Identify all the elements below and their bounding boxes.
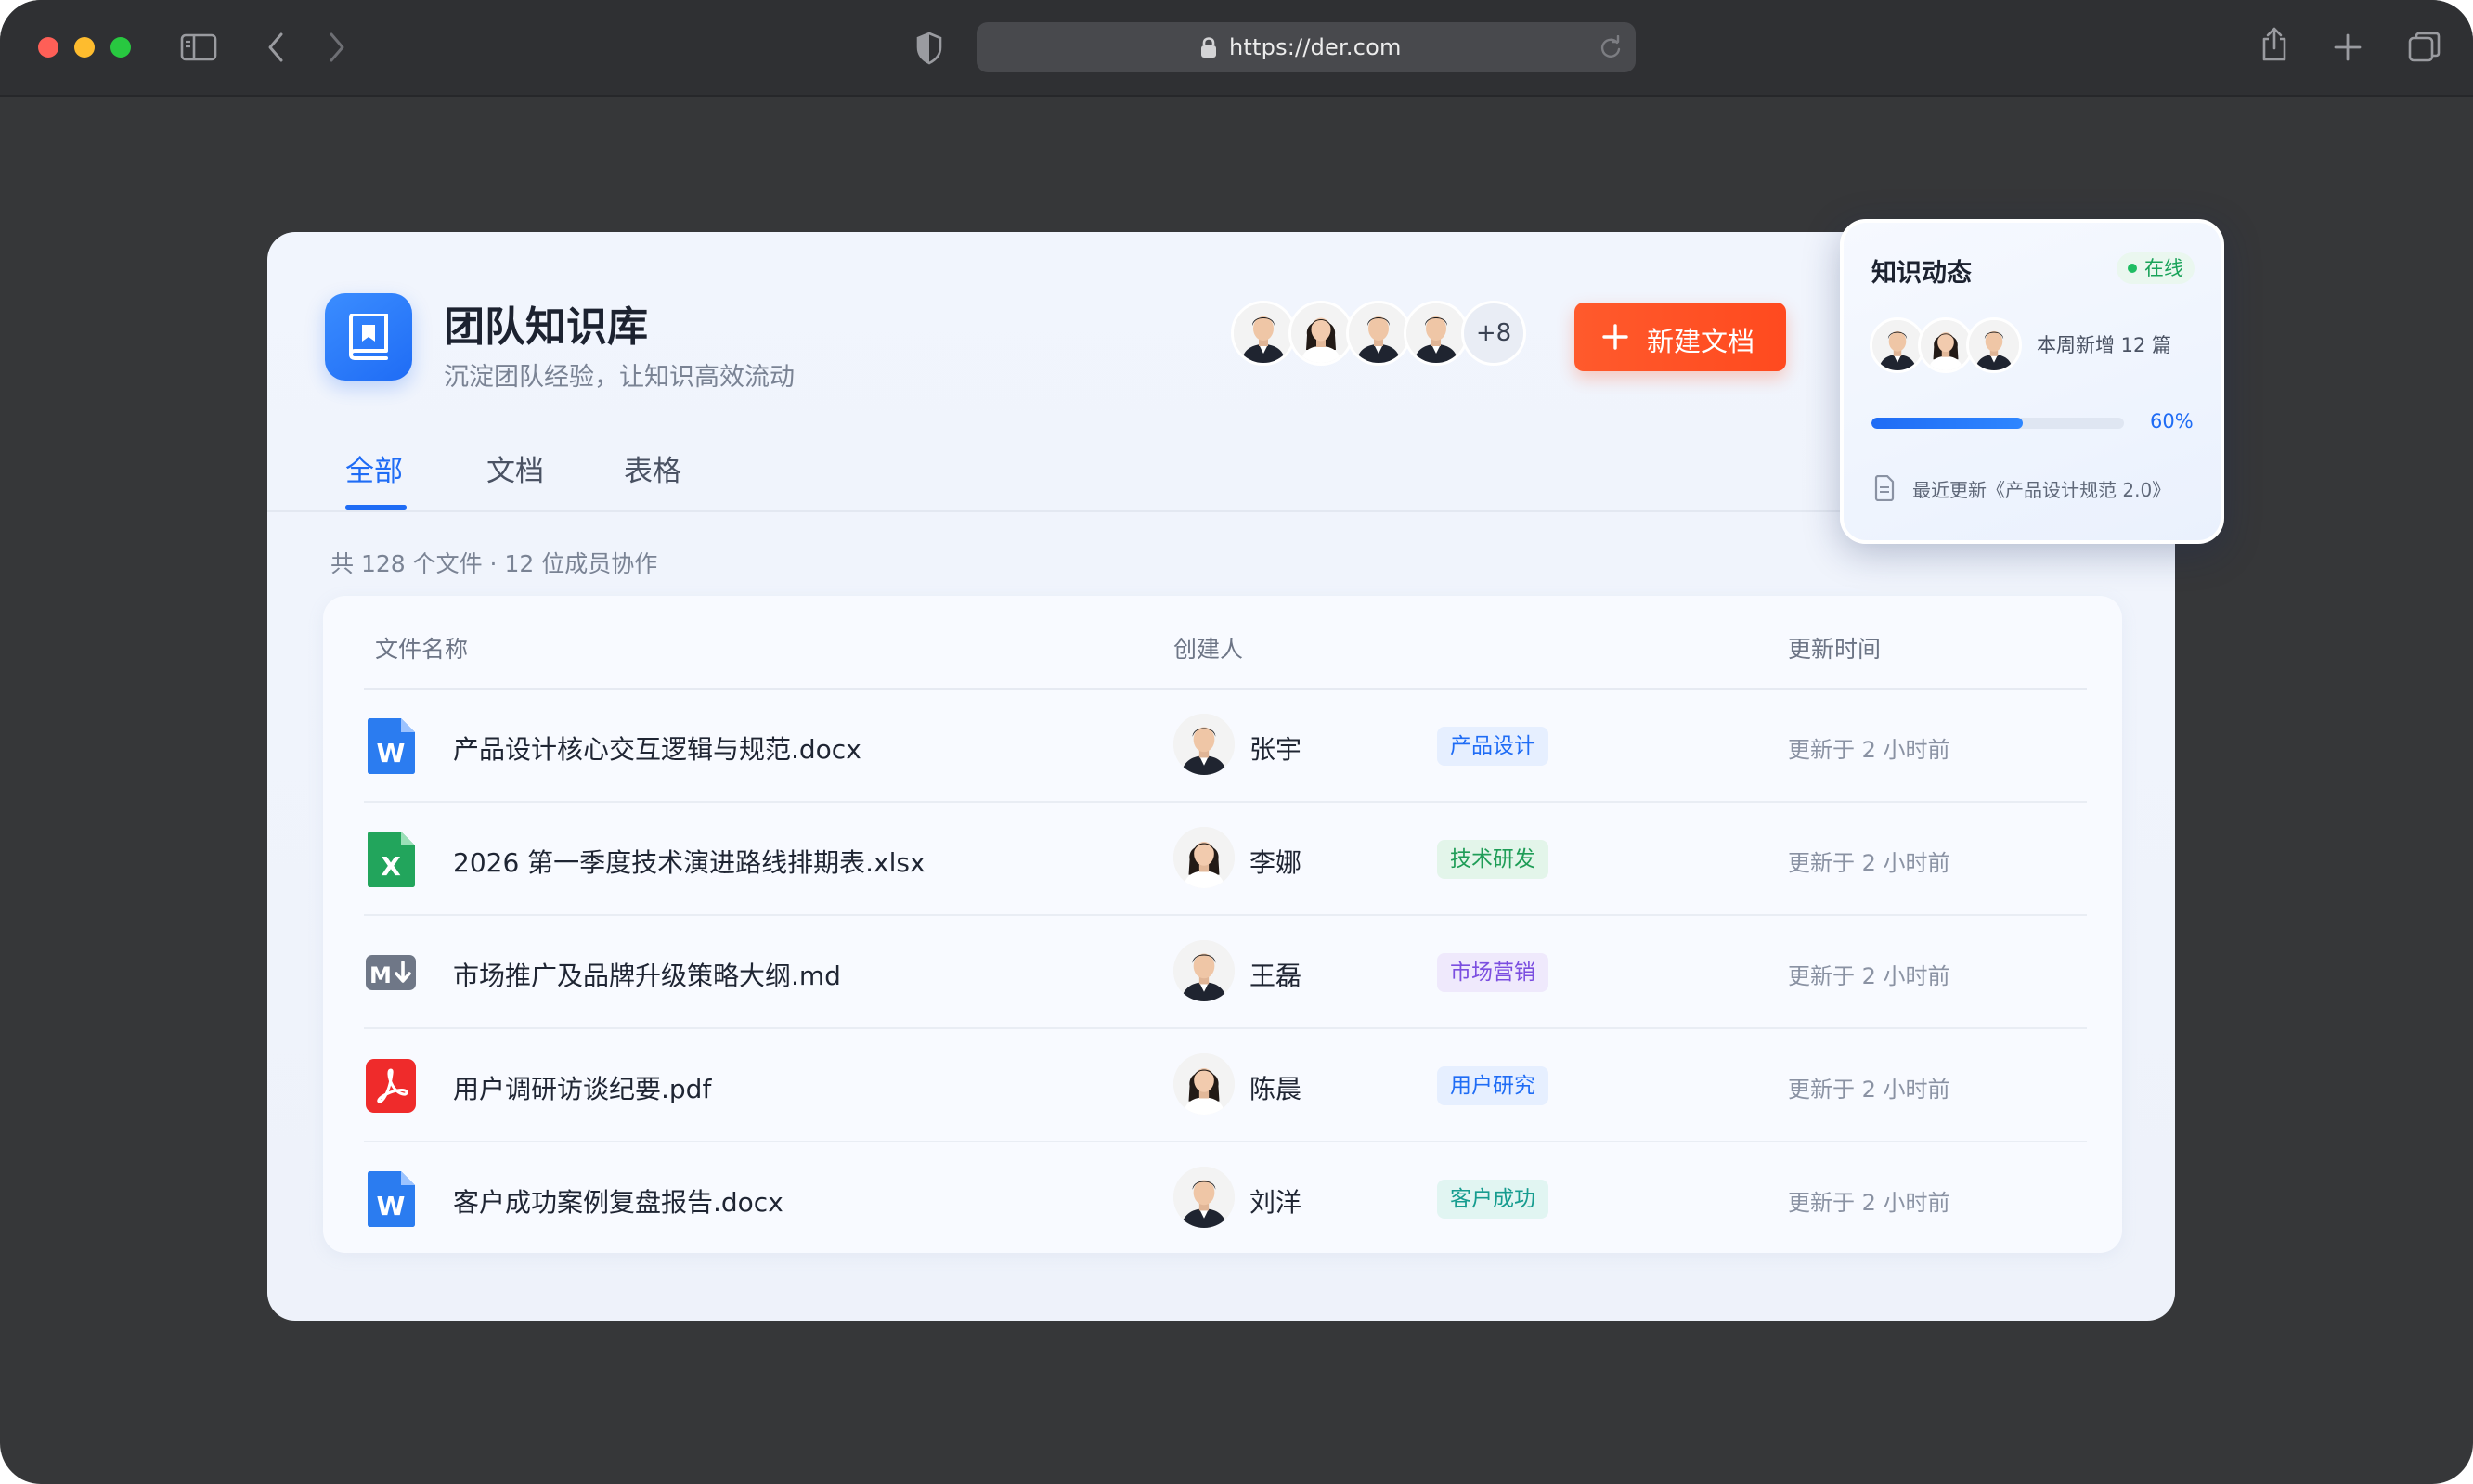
knowledge-book-icon bbox=[325, 293, 412, 381]
svg-text:W: W bbox=[377, 1191, 406, 1221]
creator-name: 王磊 bbox=[1249, 961, 1302, 991]
avatar bbox=[1173, 714, 1235, 775]
minimize-window-button[interactable] bbox=[74, 37, 95, 58]
activity-title: 知识动态 bbox=[1871, 259, 1972, 288]
zoom-window-button[interactable] bbox=[110, 37, 131, 58]
document-icon bbox=[1873, 474, 1896, 505]
updated-time: 更新于 2 小时前 bbox=[1788, 1190, 1950, 1216]
weekly-new-count: 本周新增 12 篇 bbox=[2037, 334, 2172, 356]
status-label: 在线 bbox=[2144, 257, 2183, 279]
avatar bbox=[1173, 1053, 1235, 1115]
back-icon[interactable] bbox=[265, 32, 286, 63]
avatar bbox=[1173, 940, 1235, 1001]
more-members-count[interactable]: +8 bbox=[1461, 301, 1526, 366]
updated-time: 更新于 2 小时前 bbox=[1788, 737, 1950, 763]
forward-icon[interactable] bbox=[327, 32, 347, 63]
progress-bar bbox=[1871, 418, 2124, 429]
file-name[interactable]: 用户调研访谈纪要.pdf bbox=[453, 1069, 711, 1106]
page-title: 团队知识库 bbox=[444, 303, 648, 351]
creator-name: 张宇 bbox=[1249, 734, 1302, 765]
avatar bbox=[1404, 301, 1469, 366]
tab-all[interactable]: 全部 bbox=[345, 447, 403, 489]
markdown-icon: M bbox=[364, 944, 418, 1001]
category-tag: 产品设计 bbox=[1437, 727, 1548, 766]
file-name[interactable]: 产品设计核心交互逻辑与规范.docx bbox=[453, 729, 861, 767]
avatar bbox=[1870, 317, 1925, 373]
category-tag: 技术研发 bbox=[1437, 840, 1548, 879]
category-tag: 用户研究 bbox=[1437, 1066, 1548, 1105]
word-doc-icon: W bbox=[364, 1170, 418, 1228]
tab-documents[interactable]: 文档 bbox=[486, 447, 544, 489]
updated-time: 更新于 2 小时前 bbox=[1788, 1077, 1950, 1103]
file-name[interactable]: 2026 第一季度技术演进路线排期表.xlsx bbox=[453, 843, 926, 880]
avatar bbox=[1173, 1167, 1235, 1228]
sidebar-toggle-icon[interactable] bbox=[180, 32, 217, 62]
browser-window: https://der.com 团队知识库 沉淀团队经验，让知识高效流动 +8 bbox=[0, 0, 2473, 1484]
creator-name: 李娜 bbox=[1249, 847, 1302, 878]
svg-text:X: X bbox=[381, 851, 401, 882]
svg-text:W: W bbox=[377, 738, 406, 768]
avatar bbox=[1966, 317, 2022, 373]
new-document-label: 新建文档 bbox=[1647, 326, 1755, 357]
close-window-button[interactable] bbox=[38, 37, 58, 58]
file-name[interactable]: 客户成功案例复盘报告.docx bbox=[453, 1182, 783, 1219]
avatar bbox=[1231, 301, 1296, 366]
browser-toolbar: https://der.com bbox=[0, 0, 2473, 97]
column-header-name[interactable]: 文件名称 bbox=[375, 631, 468, 665]
creator-name: 陈晨 bbox=[1249, 1074, 1302, 1104]
plus-icon bbox=[1602, 324, 1628, 357]
category-tag: 客户成功 bbox=[1437, 1180, 1548, 1219]
url-text: https://der.com bbox=[1229, 34, 1402, 60]
category-tag: 市场营销 bbox=[1437, 953, 1548, 992]
avatar bbox=[1918, 317, 1974, 373]
word-doc-icon: W bbox=[364, 717, 418, 775]
updated-time: 更新于 2 小时前 bbox=[1788, 850, 1950, 876]
privacy-shield-icon[interactable] bbox=[915, 32, 943, 65]
avatar bbox=[1173, 827, 1235, 888]
column-header-updated[interactable]: 更新时间 bbox=[1788, 631, 1881, 665]
address-bar[interactable]: https://der.com bbox=[977, 22, 1636, 72]
online-dot-icon bbox=[2128, 264, 2137, 273]
creator-name: 刘洋 bbox=[1249, 1187, 1302, 1218]
table-row[interactable]: W 产品设计核心交互逻辑与规范.docx 张宇 产品设计 更新于 2 小时前 bbox=[364, 690, 2087, 803]
tab-overview-icon[interactable] bbox=[2408, 31, 2441, 64]
recent-update[interactable]: 最近更新《产品设计规范 2.0》 bbox=[1912, 475, 2170, 502]
avatar bbox=[1288, 301, 1353, 366]
file-name[interactable]: 市场推广及品牌升级策略大纲.md bbox=[453, 956, 841, 993]
file-table: 文件名称 创建人 更新时间 W 产品设计核心交互逻辑与规范.docx 张宇 产品… bbox=[323, 596, 2122, 1253]
excel-sheet-icon: X bbox=[364, 831, 418, 888]
reload-icon[interactable] bbox=[1599, 34, 1623, 63]
file-summary: 共 128 个文件 · 12 位成员协作 bbox=[330, 550, 658, 577]
table-row[interactable]: 用户调研访谈纪要.pdf 陈晨 用户研究 更新于 2 小时前 bbox=[364, 1029, 2087, 1142]
activity-card: 知识动态 在线 本周新增 12 篇 60% 最近更新《产品设计规范 2.0》 bbox=[1840, 219, 2224, 544]
column-header-creator[interactable]: 创建人 bbox=[1173, 631, 1243, 665]
progress-percent: 60% bbox=[2150, 410, 2194, 432]
lock-icon bbox=[1199, 36, 1218, 62]
tab-sheets[interactable]: 表格 bbox=[624, 447, 681, 489]
pdf-icon bbox=[364, 1057, 418, 1115]
table-row[interactable]: W 客户成功案例复盘报告.docx 刘洋 客户成功 更新于 2 小时前 bbox=[364, 1142, 2087, 1256]
active-tab-indicator bbox=[345, 505, 407, 510]
status-badge: 在线 bbox=[2117, 252, 2195, 284]
svg-text:M: M bbox=[369, 962, 392, 988]
progress-fill bbox=[1871, 418, 2024, 429]
avatar bbox=[1346, 301, 1411, 366]
table-row[interactable]: X 2026 第一季度技术演进路线排期表.xlsx 李娜 技术研发 更新于 2 … bbox=[364, 803, 2087, 916]
updated-time: 更新于 2 小时前 bbox=[1788, 963, 1950, 989]
new-document-button[interactable]: 新建文档 bbox=[1574, 303, 1786, 371]
page-subtitle: 沉淀团队经验，让知识高效流动 bbox=[444, 363, 795, 392]
new-tab-icon[interactable] bbox=[2334, 33, 2362, 61]
share-icon[interactable] bbox=[2259, 26, 2289, 63]
table-row[interactable]: M 市场推广及品牌升级策略大纲.md 王磊 市场营销 更新于 2 小时前 bbox=[364, 916, 2087, 1029]
